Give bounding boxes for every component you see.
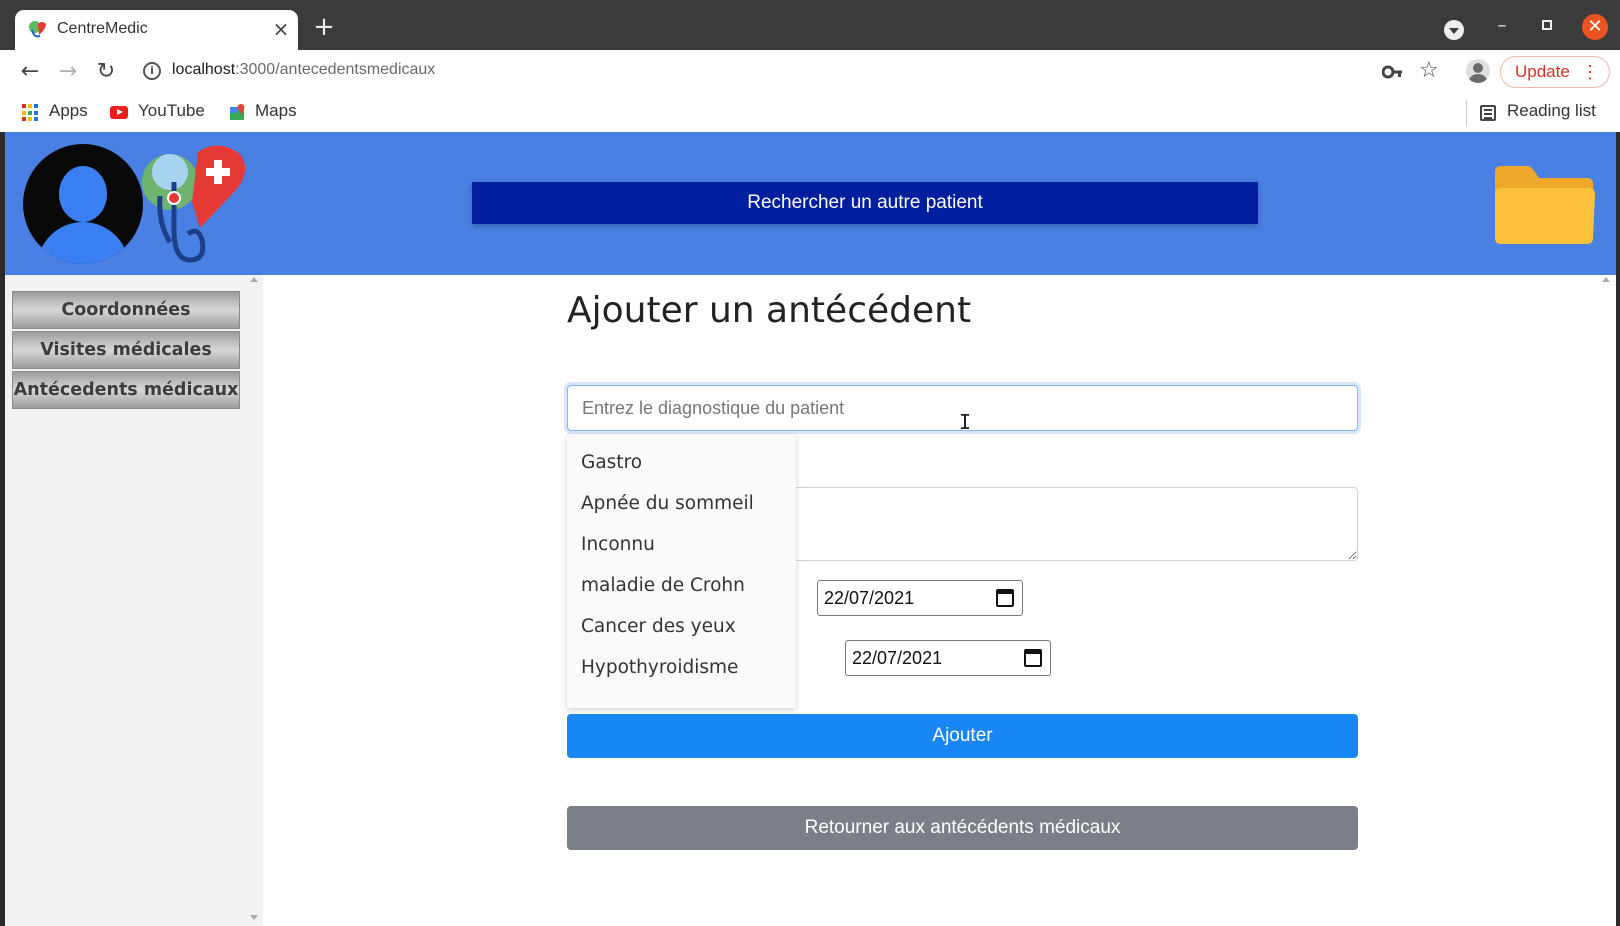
folder-icon[interactable] — [1491, 164, 1597, 246]
autocomplete-option[interactable]: Apnée du sommeil — [581, 493, 754, 514]
sidebar: Coordonnées Visites médicales Antécedent… — [5, 275, 263, 926]
new-tab-button[interactable]: + — [312, 14, 336, 40]
page-title: Ajouter un antécédent — [567, 290, 972, 331]
browser-tab[interactable]: CentreMedic × — [15, 10, 298, 50]
sidebar-scroll-down-icon[interactable] — [250, 915, 258, 920]
reload-icon[interactable]: ↻ — [92, 58, 120, 86]
forward-arrow-icon[interactable]: → — [54, 58, 82, 86]
menu-dots-icon: ⋮ — [1581, 62, 1599, 82]
bookmark-maps[interactable]: Maps — [255, 101, 297, 121]
profile-avatar-icon[interactable] — [1466, 59, 1490, 83]
url-host: localhost — [172, 61, 236, 78]
autocomplete-option[interactable]: Inconnu — [581, 534, 655, 555]
bookmark-youtube[interactable]: YouTube — [138, 101, 205, 121]
update-label: Update — [1515, 62, 1570, 81]
key-icon[interactable] — [1382, 62, 1404, 82]
calendar-icon[interactable] — [996, 589, 1014, 607]
back-to-antecedents-button[interactable]: Retourner aux antécédents médicaux — [567, 806, 1358, 850]
tab-strip: CentreMedic × + – ✕ — [0, 0, 1620, 50]
maximize-icon[interactable] — [1538, 16, 1556, 34]
back-arrow-icon[interactable]: ← — [16, 58, 44, 86]
sidebar-scroll-up-icon[interactable] — [250, 277, 258, 282]
date-start-value: 22/07/2021 — [824, 588, 915, 608]
ajouter-button[interactable]: Ajouter — [567, 714, 1358, 758]
sidebar-item-antecedents-medicaux[interactable]: Antécedents médicaux — [12, 371, 240, 409]
bookmarks-divider — [1466, 100, 1467, 126]
date-end-value: 22/07/2021 — [852, 648, 943, 668]
autocomplete-option[interactable]: Gastro — [581, 452, 642, 473]
bookmark-star-icon[interactable]: ☆ — [1419, 58, 1439, 83]
bookmark-apps[interactable]: Apps — [49, 101, 88, 121]
site-info-icon[interactable]: i — [143, 62, 161, 80]
tab-close-icon[interactable]: × — [270, 18, 292, 40]
date-start-field[interactable]: 22/07/2021 — [817, 580, 1023, 616]
update-button[interactable]: Update ⋮ — [1500, 56, 1610, 88]
maps-icon[interactable] — [229, 104, 247, 122]
app-header: Rechercher un autre patient — [5, 132, 1616, 275]
autocomplete-dropdown: Gastro Apnée du sommeil Inconnu maladie … — [567, 434, 796, 708]
reading-list-link[interactable]: Reading list — [1507, 101, 1596, 121]
tab-title: CentreMedic — [57, 20, 148, 37]
autocomplete-option[interactable]: Cancer des yeux — [581, 616, 736, 637]
avatar-body-shape — [37, 222, 129, 264]
calendar-icon[interactable] — [1024, 649, 1042, 667]
autocomplete-option[interactable]: maladie de Crohn — [581, 575, 745, 596]
apps-grid-icon[interactable] — [22, 104, 40, 122]
page-content: Rechercher un autre patient Coordonnées … — [5, 132, 1616, 926]
reading-list-icon[interactable] — [1480, 105, 1496, 121]
tab-search-icon[interactable] — [1444, 20, 1464, 40]
youtube-icon[interactable] — [110, 106, 128, 119]
address-bar[interactable]: localhost:3000/antecedentsmedicaux — [172, 61, 435, 79]
minimize-icon[interactable]: – — [1490, 14, 1514, 38]
browser-toolbar: ← → ↻ i localhost:3000/antecedentsmedica… — [0, 50, 1620, 94]
search-other-patient-button[interactable]: Rechercher un autre patient — [472, 182, 1258, 224]
window-close-icon[interactable]: ✕ — [1582, 14, 1608, 40]
avatar-head-shape — [59, 166, 107, 222]
autocomplete-option[interactable]: Hypothyroidisme — [581, 657, 738, 678]
date-end-field[interactable]: 22/07/2021 — [845, 640, 1051, 676]
centremedic-favicon-icon — [29, 21, 46, 38]
sidebar-item-visites-medicales[interactable]: Visites médicales — [12, 331, 240, 369]
browser-chrome: CentreMedic × + – ✕ ← → ↻ i localhost:30… — [0, 0, 1620, 132]
sidebar-item-coordonnees[interactable]: Coordonnées — [12, 291, 240, 329]
centremedic-logo-icon[interactable] — [140, 142, 252, 267]
patient-avatar[interactable] — [23, 144, 143, 264]
text-cursor-icon: I — [959, 410, 972, 434]
main-scroll-up-icon[interactable] — [1602, 277, 1610, 282]
url-path: :3000/antecedentsmedicaux — [235, 61, 436, 78]
bookmarks-bar: Apps YouTube Maps Reading list — [0, 94, 1620, 132]
